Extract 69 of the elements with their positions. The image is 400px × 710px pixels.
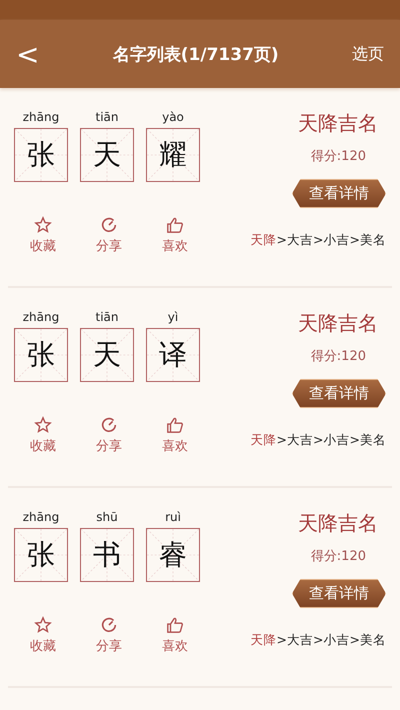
separator: >: [313, 432, 324, 447]
thumbs-up-icon: [166, 616, 184, 634]
share-button[interactable]: 分享: [88, 216, 130, 255]
score: 得分:120: [310, 148, 366, 165]
favorite-button[interactable]: 收藏: [22, 416, 64, 455]
favorite-button[interactable]: 收藏: [22, 616, 64, 655]
character-box: 天: [80, 128, 134, 182]
details-button[interactable]: 查看详情: [292, 379, 386, 408]
level-label: 美名: [360, 432, 386, 447]
character-box: 张: [14, 328, 68, 382]
pinyin: ruì: [165, 510, 181, 524]
select-page-button[interactable]: 选页: [352, 44, 384, 64]
pinyin: yì: [168, 310, 178, 324]
separator: >: [276, 632, 288, 647]
back-button[interactable]: <: [16, 38, 40, 70]
details-button[interactable]: 查看详情: [292, 579, 386, 608]
like-button[interactable]: 喜欢: [154, 216, 196, 255]
page-title: 名字列表(1/7137页): [112, 44, 280, 66]
character-box: 耀: [146, 128, 200, 182]
level-label: 美名: [360, 232, 386, 247]
pinyin: zhāng: [22, 310, 60, 324]
like-button[interactable]: 喜欢: [154, 416, 196, 455]
star-icon: [34, 616, 52, 634]
level-label: 美名: [360, 632, 386, 647]
level-label: 天降: [250, 432, 277, 447]
thumbs-up-icon: [166, 216, 184, 234]
level-label: 小吉: [324, 432, 350, 447]
character-box: 张: [14, 528, 68, 582]
details-button[interactable]: 查看详情: [292, 179, 386, 208]
level-label: 天降: [250, 232, 277, 247]
separator: >: [350, 432, 360, 447]
character-box: 书: [80, 528, 134, 582]
favorite-button[interactable]: 收藏: [22, 216, 64, 255]
share-icon: [100, 616, 118, 634]
star-icon: [34, 416, 52, 434]
pinyin: shū: [96, 510, 118, 524]
share-icon: [100, 416, 118, 434]
level-label: 大吉: [287, 632, 314, 647]
separator: >: [276, 232, 288, 247]
score: 得分:120: [310, 548, 366, 565]
pinyin: tiān: [96, 110, 118, 124]
pinyin: zhāng: [22, 110, 60, 124]
level-label: 大吉: [287, 232, 314, 247]
character-box: 译: [146, 328, 200, 382]
separator: >: [276, 432, 288, 447]
separator: >: [350, 232, 360, 247]
star-icon: [34, 216, 52, 234]
pinyin: tiān: [96, 310, 118, 324]
score: 得分:120: [310, 348, 366, 365]
separator: >: [313, 232, 324, 247]
level-label: 天降: [250, 632, 277, 647]
pinyin: yào: [162, 110, 184, 124]
thumbs-up-icon: [166, 416, 184, 434]
share-icon: [100, 216, 118, 234]
character-box: 天: [80, 328, 134, 382]
name-rating: 天降吉名: [298, 310, 378, 337]
name-rating: 天降吉名: [298, 510, 378, 537]
character-box: 张: [14, 128, 68, 182]
share-button[interactable]: 分享: [88, 616, 130, 655]
character-box: 睿: [146, 528, 200, 582]
separator: >: [313, 632, 324, 647]
level-label: 大吉: [287, 432, 314, 447]
name-rating: 天降吉名: [298, 110, 378, 137]
level-label: 小吉: [324, 232, 350, 247]
like-button[interactable]: 喜欢: [154, 616, 196, 655]
share-button[interactable]: 分享: [88, 416, 130, 455]
separator: >: [350, 632, 360, 647]
level-label: 小吉: [324, 632, 350, 647]
pinyin: zhāng: [22, 510, 60, 524]
